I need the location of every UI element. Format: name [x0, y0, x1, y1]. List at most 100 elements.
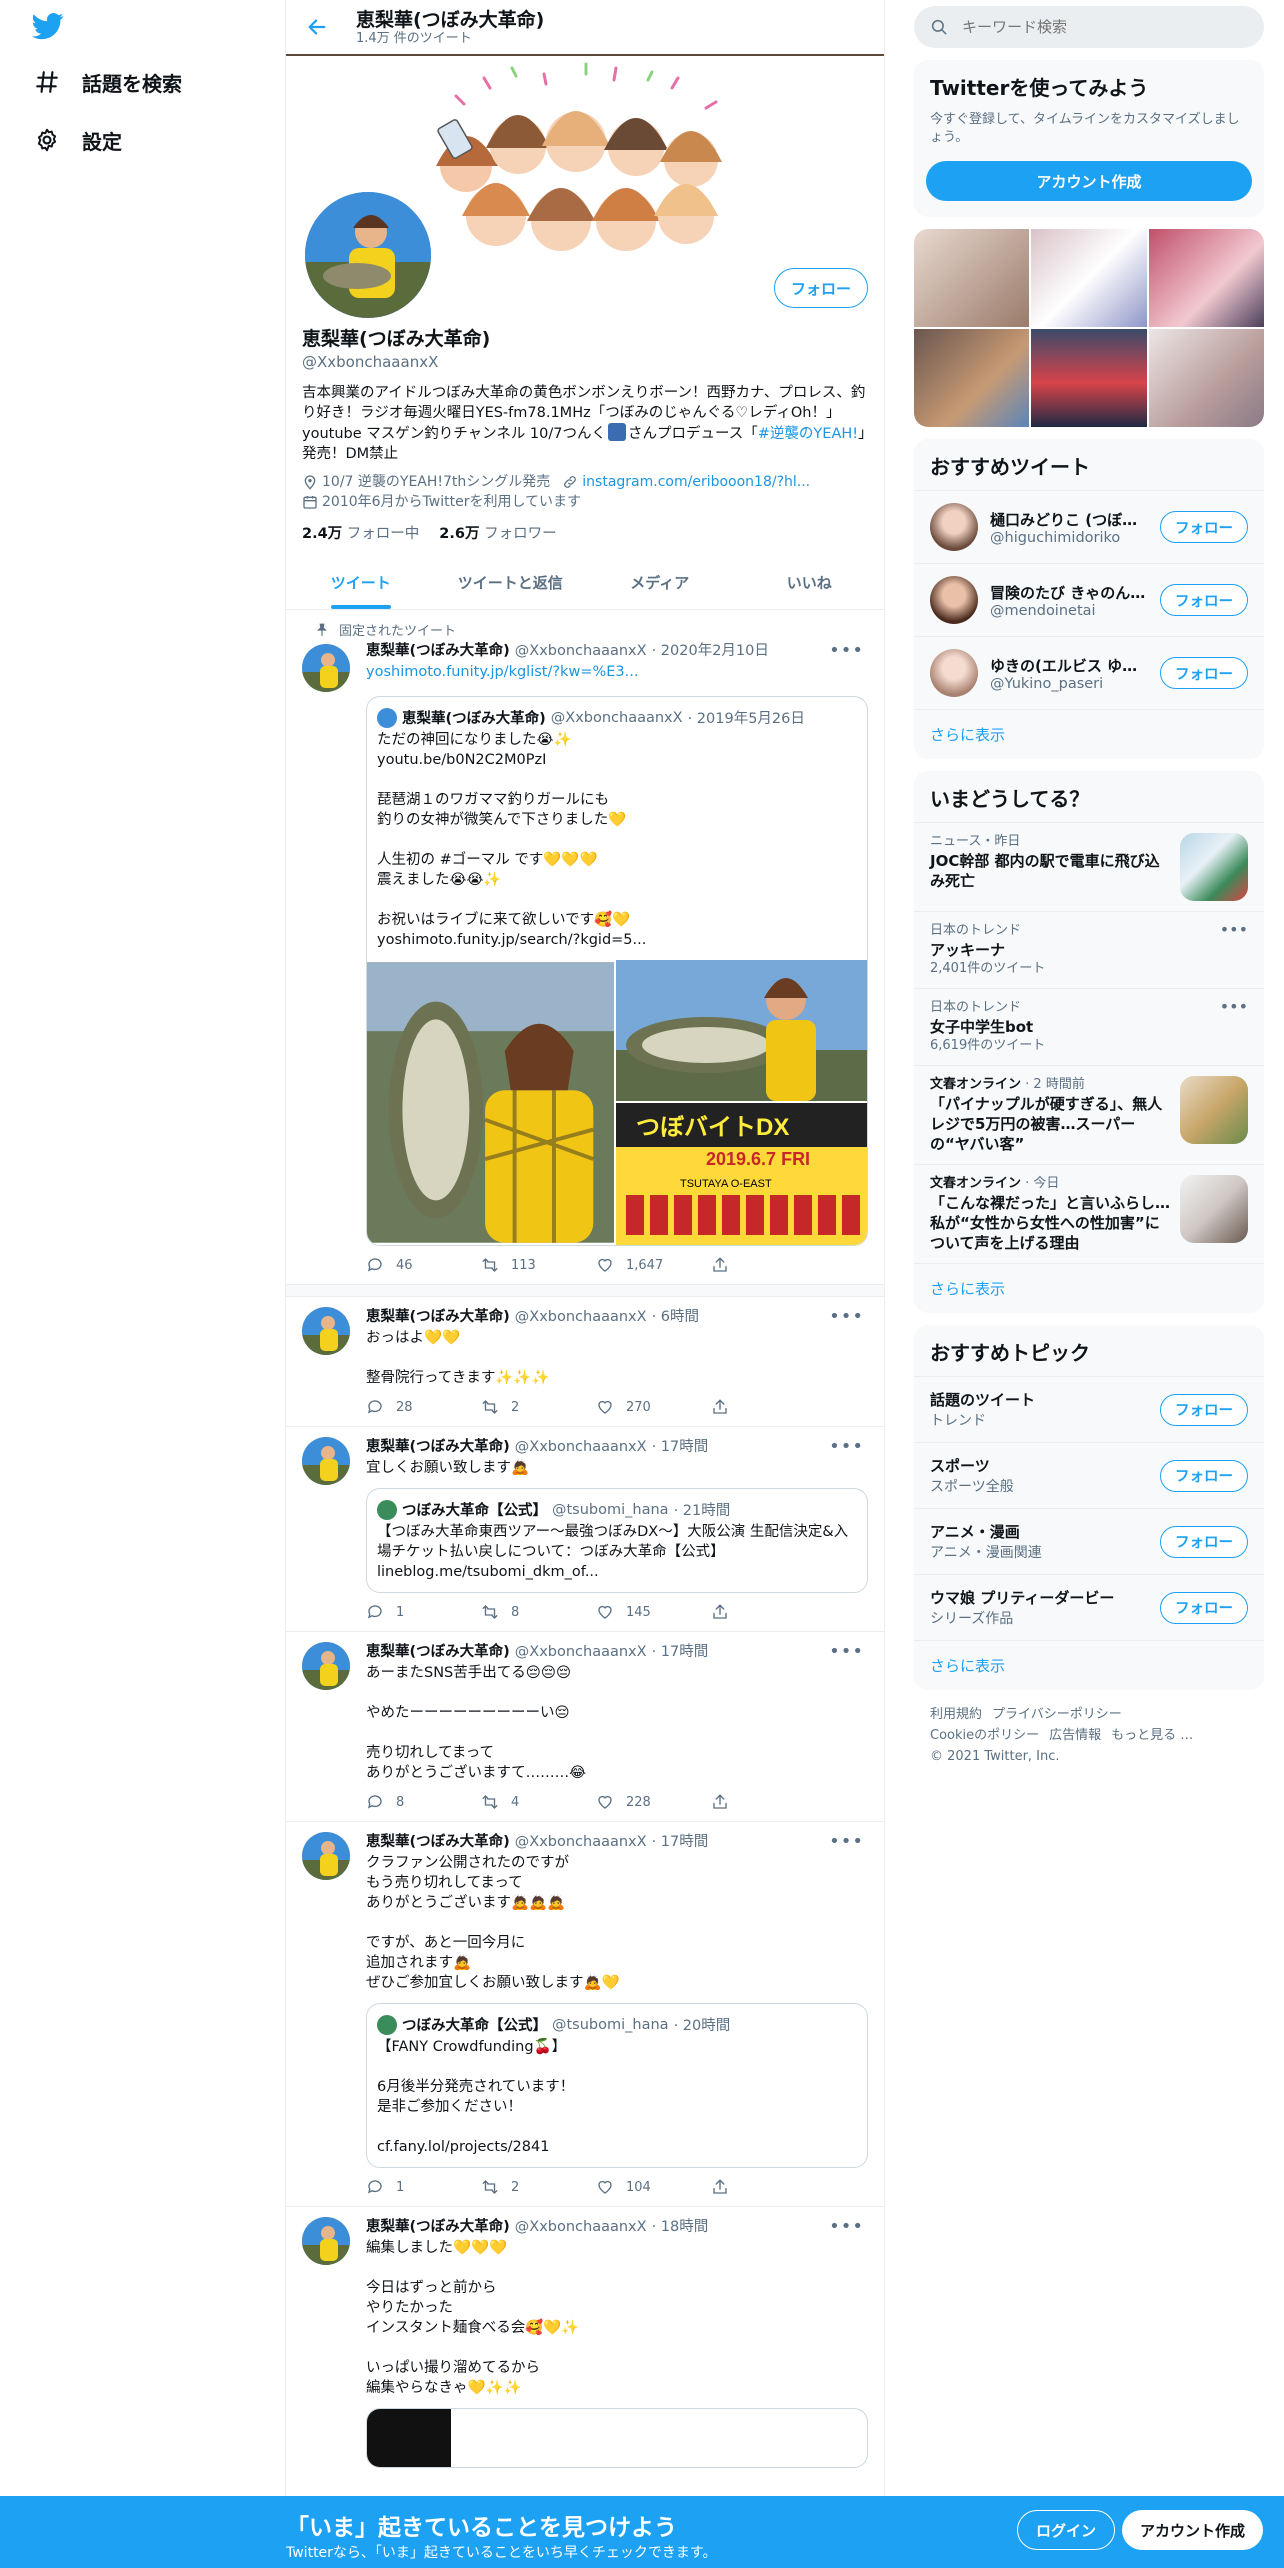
follow-button[interactable]: フォロー — [1160, 1525, 1248, 1558]
more-options-icon[interactable]: ••• — [829, 1642, 864, 1662]
topic-item[interactable]: 話題のツイート トレンド フォロー — [914, 1376, 1264, 1442]
more-options-icon[interactable]: ••• — [829, 2217, 864, 2237]
create-account-button[interactable]: アカウント作成 — [926, 161, 1252, 201]
show-more-link[interactable]: さらに表示 — [914, 1640, 1264, 1690]
tweet-author-name[interactable]: 恵梨華(つぼみ大革命) — [366, 1307, 510, 1327]
share-button[interactable] — [711, 2178, 791, 2196]
retweet-button[interactable]: 8 — [481, 1603, 561, 1621]
tweet-time[interactable]: · 17時間 — [652, 1832, 709, 1852]
reply-button[interactable]: 1 — [366, 1603, 446, 1621]
tab-media[interactable]: メディア — [585, 557, 735, 609]
follow-button[interactable]: フォロー — [773, 268, 868, 308]
login-button[interactable]: ログイン — [1017, 2510, 1116, 2550]
nav-settings[interactable]: 設定 — [34, 120, 122, 160]
tweet-item[interactable]: 恵梨華(つぼみ大革命) @XxbonchaaanxX · 18時間 ••• 編集… — [286, 2207, 884, 2478]
footer-more-link[interactable]: もっと見る … — [1111, 1728, 1193, 1743]
reply-button[interactable]: 1 — [366, 2178, 446, 2196]
share-button[interactable] — [711, 1398, 791, 1416]
follow-button[interactable]: フォロー — [1160, 1393, 1248, 1426]
follow-button[interactable]: フォロー — [1160, 584, 1248, 616]
tweet-time[interactable]: · 18時間 — [652, 2217, 709, 2237]
retweet-button[interactable]: 2 — [481, 1398, 561, 1416]
tweet-author-name[interactable]: 恵梨華(つぼみ大革命) — [366, 641, 510, 661]
profile-avatar[interactable] — [301, 188, 435, 322]
tweet-author-name[interactable]: 恵梨華(つぼみ大革命) — [366, 1642, 510, 1662]
tweet-author-name[interactable]: 恵梨華(つぼみ大革命) — [366, 1437, 510, 1457]
tweet-item[interactable]: 恵梨華(つぼみ大革命) @XxbonchaaanxX · 17時間 ••• 宜し… — [286, 1427, 884, 1632]
tweet-item[interactable]: 恵梨華(つぼみ大革命) @XxbonchaaanxX · 17時間 ••• クラ… — [286, 1822, 884, 2207]
tweet-avatar[interactable] — [302, 644, 350, 692]
share-button[interactable] — [711, 1256, 791, 1274]
reply-button[interactable]: 46 — [366, 1256, 446, 1274]
topic-item[interactable]: スポーツ スポーツ全般 フォロー — [914, 1442, 1264, 1508]
bio-hashtag-link[interactable]: #逆襲のYEAH! — [758, 426, 858, 442]
footer-cookie-link[interactable]: Cookieのポリシー — [930, 1728, 1039, 1743]
like-button[interactable]: 270 — [596, 1398, 676, 1416]
tweet-author-name[interactable]: 恵梨華(つぼみ大革命) — [366, 2217, 510, 2237]
reply-button[interactable]: 28 — [366, 1398, 446, 1416]
signup-button[interactable]: アカウント作成 — [1122, 2510, 1264, 2550]
like-button[interactable]: 145 — [596, 1603, 676, 1621]
topic-item[interactable]: アニメ・漫画 アニメ・漫画関連 フォロー — [914, 1508, 1264, 1574]
tweet-link[interactable]: yoshimoto.funity.jp/kglist/?kw=%E3... — [366, 662, 868, 682]
trend-item[interactable]: ニュース・昨日 JOC幹部 都内の駅で電車に飛び込み死亡 — [914, 822, 1264, 911]
footer-terms-link[interactable]: 利用規約 — [930, 1707, 982, 1722]
like-button[interactable]: 228 — [596, 1793, 676, 1811]
trend-item[interactable]: 文春オンライン · 2 時間前 「パイナップルが硬すぎる」、無人レジで5万円の被害… — [914, 1065, 1264, 1164]
tweet-time[interactable]: · 17時間 — [652, 1437, 709, 1457]
tweet-item[interactable]: 恵梨華(つぼみ大革命) @XxbonchaaanxX · 6時間 ••• おっは… — [286, 1297, 884, 1427]
footer-ads-link[interactable]: 広告情報 — [1049, 1728, 1101, 1743]
tweet-author-handle[interactable]: @XxbonchaaanxX — [515, 641, 647, 661]
more-options-icon[interactable]: ••• — [1220, 997, 1248, 1016]
gallery-image[interactable] — [1031, 229, 1147, 327]
follow-button[interactable]: フォロー — [1160, 511, 1248, 543]
search-input[interactable] — [962, 18, 1212, 36]
recommended-user[interactable]: 樋口みどりこ (つぼ… @higuchimidoriko フォロー — [914, 490, 1264, 563]
tweet-author-handle[interactable]: @XxbonchaaanxX — [515, 1437, 647, 1457]
tweet-avatar[interactable] — [302, 1832, 350, 1880]
tweet-time[interactable]: · 17時間 — [652, 1642, 709, 1662]
tab-tweets-and-replies[interactable]: ツイートと返信 — [436, 557, 586, 609]
recommended-user[interactable]: ゆきの(エルビス ゆ… @Yukino_paseri フォロー — [914, 636, 1264, 709]
tweet-avatar[interactable] — [302, 1437, 350, 1485]
nav-explore[interactable]: 話題を検索 — [34, 62, 182, 102]
back-arrow-icon[interactable] — [306, 16, 328, 38]
more-options-icon[interactable]: ••• — [829, 1437, 864, 1457]
tab-tweets[interactable]: ツイート — [286, 557, 436, 609]
more-options-icon[interactable]: ••• — [1220, 920, 1248, 939]
retweet-button[interactable]: 113 — [481, 1256, 561, 1274]
tweet-avatar[interactable] — [302, 1642, 350, 1690]
search-bar[interactable] — [914, 6, 1264, 48]
trend-item[interactable]: 文春オンライン · 今日 「こんな裸だった」と言いふらし…私が“女性から女性への性… — [914, 1164, 1264, 1263]
more-options-icon[interactable]: ••• — [829, 1832, 864, 1852]
tweet-avatar[interactable] — [302, 2217, 350, 2265]
twitter-logo-icon[interactable] — [32, 10, 64, 42]
fishing-photo-1[interactable] — [367, 960, 614, 1245]
topic-item[interactable]: ウマ娘 プリティーダービー シリーズ作品 フォロー — [914, 1574, 1264, 1640]
tweet-author-handle[interactable]: @XxbonchaaanxX — [515, 1832, 647, 1852]
retweet-button[interactable]: 4 — [481, 1793, 561, 1811]
follow-button[interactable]: フォロー — [1160, 657, 1248, 689]
tweet-author-handle[interactable]: @XxbonchaaanxX — [515, 1642, 647, 1662]
tab-likes[interactable]: いいね — [735, 557, 885, 609]
follow-button[interactable]: フォロー — [1160, 1459, 1248, 1492]
follow-button[interactable]: フォロー — [1160, 1591, 1248, 1624]
trend-item[interactable]: 日本のトレンド 女子中学生bot 6,619件のツイート ••• — [914, 988, 1264, 1065]
show-more-link[interactable]: さらに表示 — [914, 1263, 1264, 1313]
retweet-button[interactable]: 2 — [481, 2178, 561, 2196]
fishing-photo-2[interactable] — [616, 960, 867, 1101]
show-more-link[interactable]: さらに表示 — [914, 709, 1264, 759]
gallery-image[interactable] — [1148, 229, 1264, 327]
quoted-tweet[interactable]: つぼみ大革命【公式】 @tsubomi_hana · 20時間 【FANY Cr… — [366, 2003, 868, 2168]
event-flyer-image[interactable]: つぼバイトDX 2019.6.7 FRI TSUTAYA O-EAST — [616, 1103, 867, 1245]
following-count[interactable]: 2.4万 フォロー中 — [302, 522, 419, 543]
reply-button[interactable]: 8 — [366, 1793, 446, 1811]
quoted-tweet[interactable]: 恵梨華(つぼみ大革命) @XxbonchaaanxX · 2019年5月26日 … — [366, 696, 868, 1246]
tweet-item[interactable]: 固定されたツイート 恵梨華(つぼみ大革命) @XxbonchaaanxX · 2… — [286, 610, 884, 1285]
share-button[interactable] — [711, 1603, 791, 1621]
gallery-image[interactable] — [1031, 329, 1147, 427]
more-options-icon[interactable]: ••• — [829, 641, 864, 661]
more-options-icon[interactable]: ••• — [829, 1307, 864, 1327]
gallery-image[interactable] — [914, 229, 1030, 327]
tweet-author-handle[interactable]: @XxbonchaaanxX — [515, 1307, 647, 1327]
